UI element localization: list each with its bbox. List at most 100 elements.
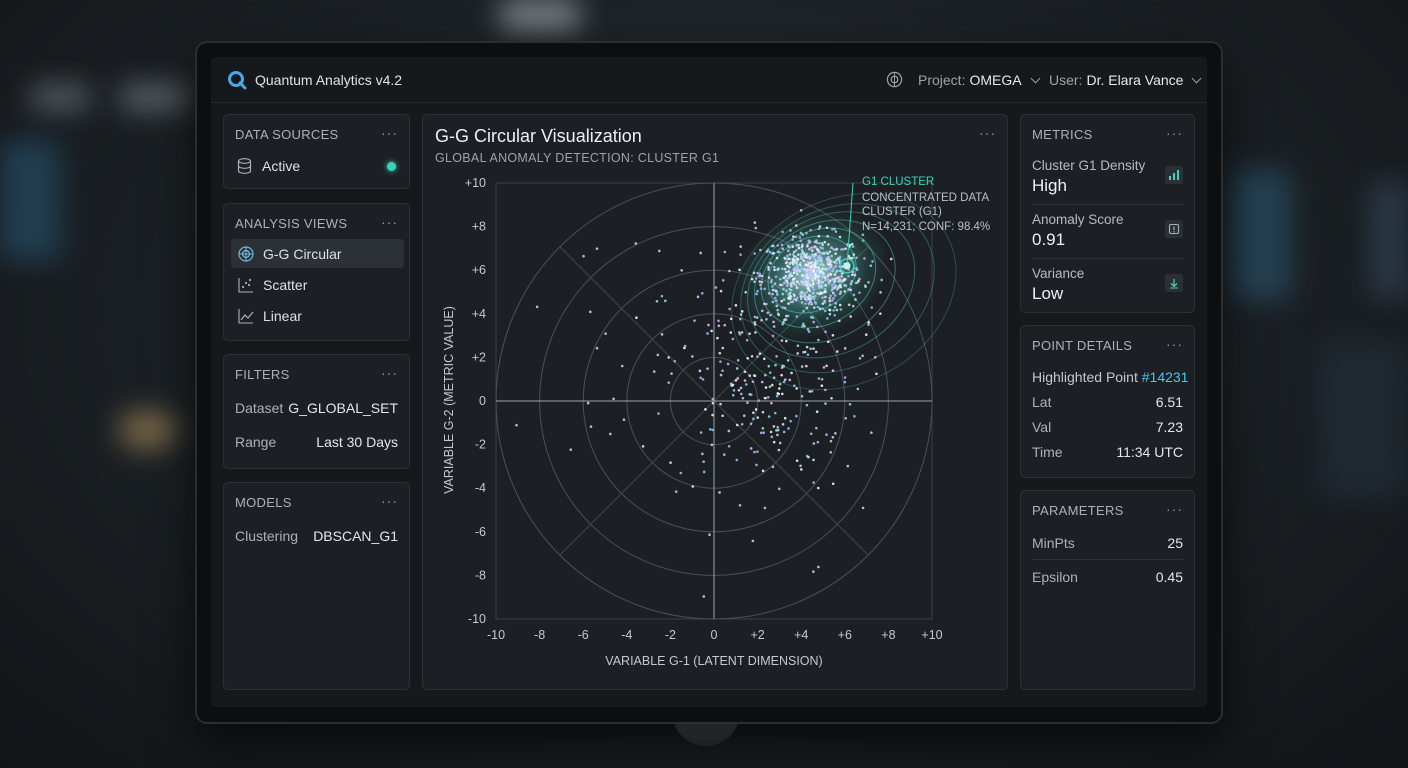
data-point bbox=[783, 416, 787, 420]
top-bar: Quantum Analytics v4.2 Project: OMEGA Us… bbox=[211, 57, 1207, 103]
data-point bbox=[706, 367, 709, 370]
data-point bbox=[839, 285, 843, 289]
data-point bbox=[791, 238, 794, 241]
data-point bbox=[819, 256, 823, 260]
data-point bbox=[655, 299, 659, 303]
data-point bbox=[815, 410, 819, 414]
data-point bbox=[773, 265, 776, 269]
gg-circular-chart[interactable]: -10 -8 -6 -4 -2 0 +2 +4 +6 +8 +10 +10 +8 +6 +4 +2 0 -2 -4 -… bbox=[423, 115, 1009, 691]
data-point bbox=[740, 331, 744, 334]
alert-icon[interactable] bbox=[1165, 220, 1183, 238]
data-point bbox=[809, 315, 813, 319]
chevron-down-icon bbox=[1030, 73, 1041, 83]
data-point bbox=[767, 248, 770, 251]
parameters-panel: PARAMETERS ··· MinPts 25 Epsilon 0.45 bbox=[1020, 490, 1195, 690]
annotation-title: G1 CLUSTER bbox=[862, 176, 934, 188]
data-point bbox=[828, 303, 832, 307]
nav-item-linear[interactable]: Linear bbox=[231, 301, 404, 330]
y-tick-label: +2 bbox=[472, 350, 486, 364]
data-point bbox=[746, 401, 749, 405]
data-point bbox=[772, 325, 776, 328]
data-point bbox=[795, 387, 798, 390]
data-point bbox=[796, 272, 799, 276]
dataset-value[interactable]: G_GLOBAL_SET bbox=[288, 400, 398, 416]
data-point bbox=[822, 273, 825, 277]
data-point bbox=[721, 346, 725, 350]
data-point bbox=[777, 487, 781, 491]
metric-value: High bbox=[1032, 176, 1067, 195]
data-point bbox=[826, 340, 830, 344]
data-point bbox=[850, 242, 854, 246]
more-menu-icon[interactable]: ··· bbox=[1166, 125, 1183, 141]
panel-title: FILTERS bbox=[235, 367, 290, 382]
data-point bbox=[731, 393, 735, 397]
minpts-value[interactable]: 25 bbox=[1167, 535, 1183, 551]
data-point bbox=[811, 292, 814, 295]
data-point bbox=[702, 460, 705, 464]
data-point bbox=[798, 268, 802, 271]
data-point bbox=[826, 256, 829, 260]
app-window: Quantum Analytics v4.2 Project: OMEGA Us… bbox=[211, 57, 1207, 707]
data-point bbox=[833, 294, 837, 297]
data-point bbox=[807, 302, 811, 305]
data-point bbox=[710, 443, 714, 447]
data-point bbox=[669, 461, 672, 464]
data-point bbox=[853, 414, 856, 418]
data-point bbox=[738, 268, 741, 272]
data-point bbox=[786, 359, 790, 362]
data-point bbox=[805, 345, 809, 349]
data-point bbox=[828, 258, 831, 262]
data-point bbox=[758, 280, 762, 283]
data-point bbox=[776, 312, 780, 315]
app-title: Quantum Analytics v4.2 bbox=[255, 72, 403, 88]
highlighted-point-id[interactable]: #14231 bbox=[1142, 369, 1189, 385]
data-point bbox=[753, 450, 756, 454]
data-point bbox=[748, 393, 752, 396]
data-point bbox=[852, 293, 856, 297]
bar-chart-icon[interactable] bbox=[1165, 166, 1183, 184]
more-menu-icon[interactable]: ··· bbox=[1166, 336, 1183, 352]
data-point bbox=[810, 246, 813, 249]
data-point bbox=[660, 333, 664, 336]
data-point bbox=[760, 309, 764, 313]
models-panel: MODELS ··· Clustering DBSCAN_G1 bbox=[223, 482, 410, 690]
data-point bbox=[770, 435, 774, 439]
more-menu-icon[interactable]: ··· bbox=[381, 125, 398, 141]
data-point bbox=[775, 293, 779, 296]
data-point bbox=[773, 411, 777, 415]
data-point bbox=[811, 249, 814, 252]
x-tick-label: +8 bbox=[881, 628, 895, 642]
data-point bbox=[818, 292, 822, 296]
data-point bbox=[806, 276, 810, 280]
data-point bbox=[810, 389, 814, 393]
data-point bbox=[680, 269, 684, 272]
data-point bbox=[808, 390, 812, 393]
data-point bbox=[737, 388, 741, 392]
data-point bbox=[864, 333, 868, 336]
data-point bbox=[825, 364, 828, 368]
user-selector[interactable]: User: Dr. Elara Vance bbox=[1049, 72, 1202, 88]
more-menu-icon[interactable]: ··· bbox=[381, 365, 398, 381]
range-value[interactable]: Last 30 Days bbox=[316, 434, 398, 450]
data-point bbox=[799, 231, 803, 235]
data-point bbox=[825, 433, 828, 436]
data-point bbox=[862, 239, 865, 242]
data-point bbox=[800, 248, 804, 252]
minpts-label: MinPts bbox=[1032, 535, 1075, 551]
data-point bbox=[849, 315, 852, 318]
data-point bbox=[740, 310, 744, 313]
data-point bbox=[771, 285, 774, 288]
data-point bbox=[799, 464, 802, 468]
data-point bbox=[830, 246, 833, 249]
trend-down-icon[interactable] bbox=[1165, 274, 1183, 292]
more-menu-icon[interactable]: ··· bbox=[1166, 501, 1183, 517]
epsilon-value[interactable]: 0.45 bbox=[1156, 569, 1183, 585]
nav-item-gg-circular[interactable]: G-G Circular bbox=[231, 239, 404, 268]
project-selector[interactable]: Project: OMEGA bbox=[918, 72, 1041, 88]
data-point bbox=[801, 322, 805, 326]
clustering-value[interactable]: DBSCAN_G1 bbox=[313, 528, 398, 544]
data-point bbox=[781, 292, 785, 296]
more-menu-icon[interactable]: ··· bbox=[381, 214, 398, 230]
nav-item-scatter[interactable]: Scatter bbox=[231, 270, 404, 299]
more-menu-icon[interactable]: ··· bbox=[381, 493, 398, 509]
